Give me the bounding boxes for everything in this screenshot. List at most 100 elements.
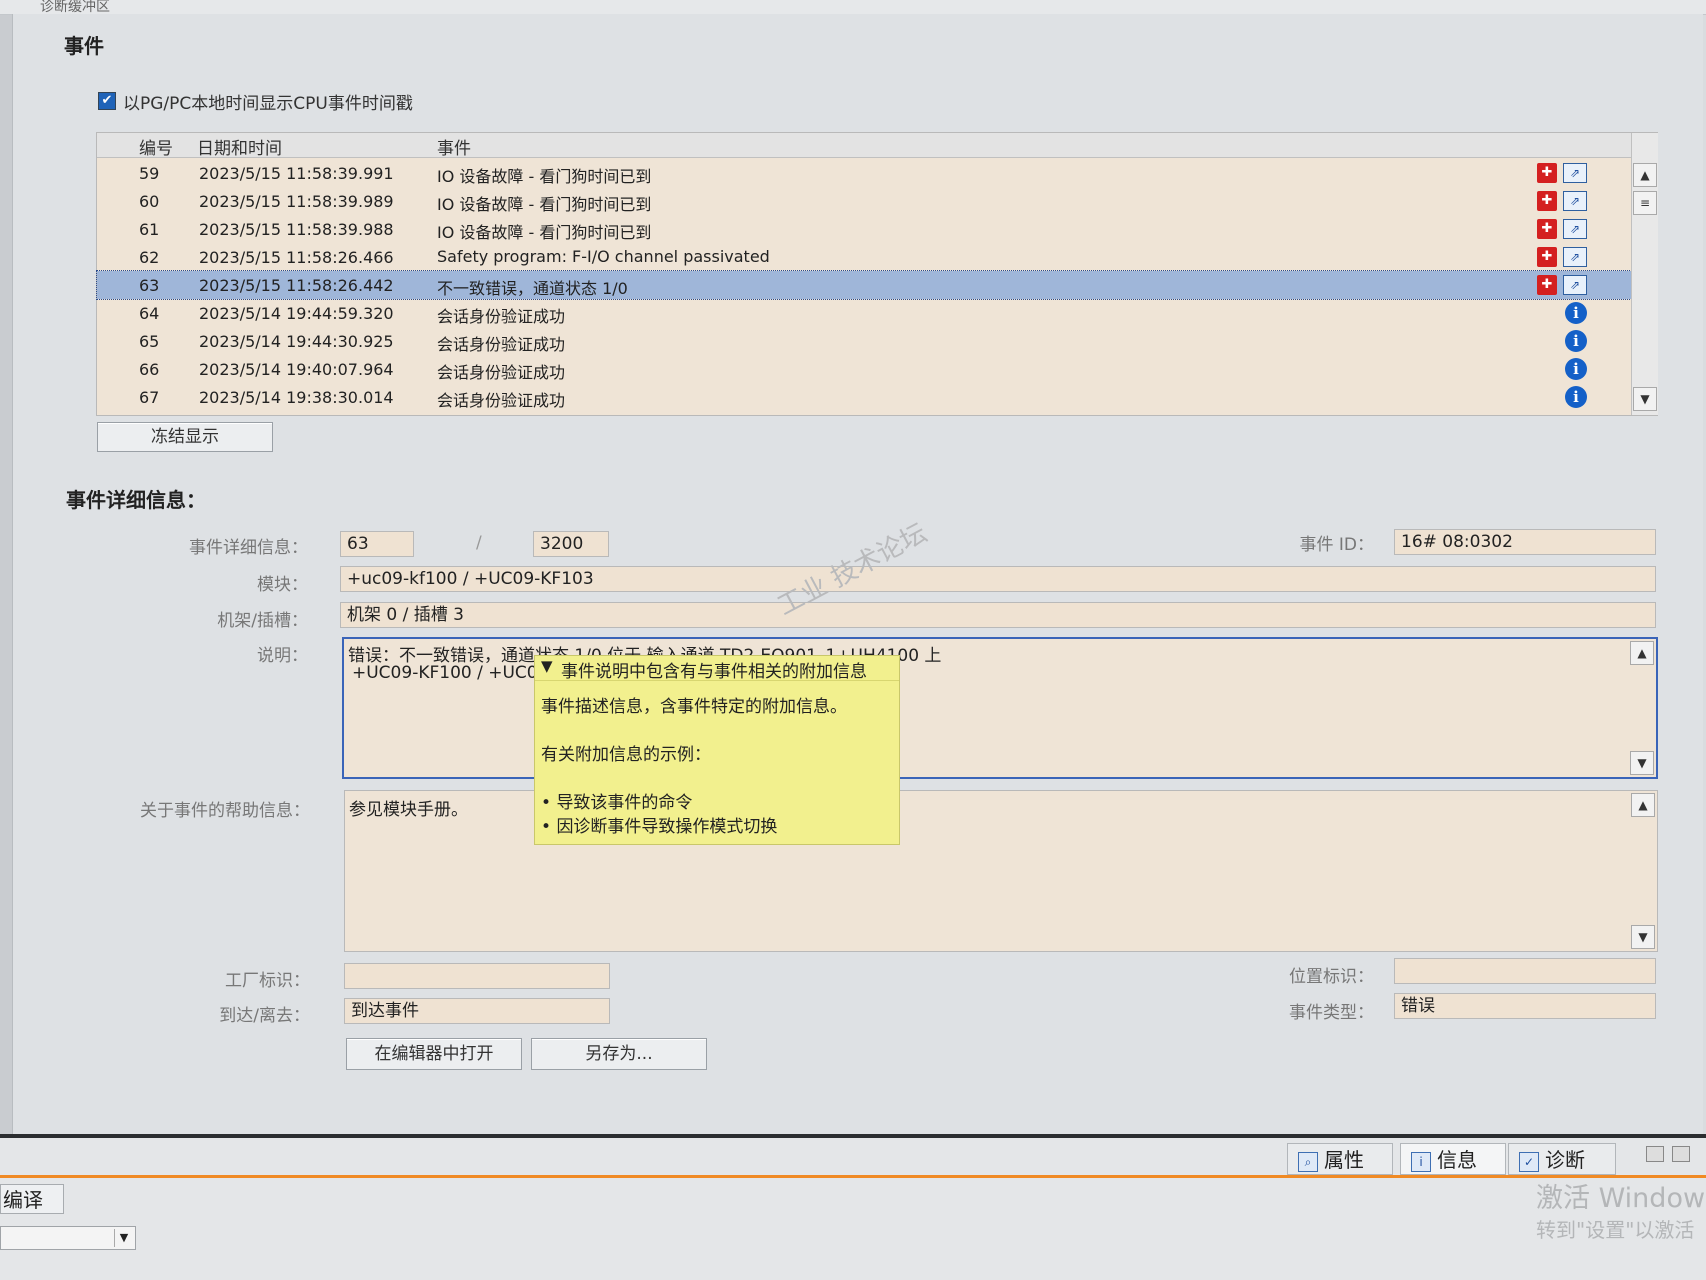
row-number: 64 [139,304,160,323]
column-header-datetime[interactable]: 日期和时间 [197,134,282,159]
tooltip-header[interactable]: ▼ 事件说明中包含有与事件相关的附加信息 [535,656,899,682]
column-header-event[interactable]: 事件 [437,134,471,159]
row-event: IO 设备故障 - 看门狗时间已到 [437,223,652,242]
tooltip-line-1: 事件描述信息，含事件特定的附加信息。 [541,697,847,717]
help-text: 参见模块手册。 [349,800,468,820]
tooltip-line-2: 有关附加信息的示例： [541,745,711,765]
table-row[interactable]: 63 2023/5/15 11:58:26.442 不一致错误，通道状态 1/0 ✚ ⇗ [96,270,1632,300]
help-scroll-down[interactable]: ▼ [1631,925,1655,949]
row-number: 67 [139,388,160,407]
location-id-field[interactable] [1394,958,1656,984]
document-arrow-icon[interactable]: ⇗ [1563,247,1587,267]
row-event: IO 设备故障 - 看门狗时间已到 [437,167,652,186]
tab-info-label: 信息 [1437,1148,1477,1172]
plant-id-label: 工厂标识： [225,971,310,991]
detail-separator: / [476,533,482,553]
scroll-down-button[interactable]: ▼ [1633,387,1657,411]
table-row[interactable]: 67 2023/5/14 19:38:30.014 会话身份验证成功 i [97,383,1631,411]
row-datetime: 2023/5/15 11:58:26.466 [199,248,394,267]
restore-window-icon[interactable] [1646,1146,1664,1162]
event-id-field[interactable]: 16# 08:0302 [1394,529,1656,555]
events-table: 编号 日期和时间 事件 59 2023/5/15 11:58:39.991 IO 设… [96,132,1658,416]
arrive-leave-field[interactable]: 到达事件 [344,998,610,1024]
rack-slot-label: 机架/插槽： [217,611,308,631]
tab-diagnostics-label: 诊断 [1545,1148,1585,1172]
tooltip-header-text: 事件说明中包含有与事件相关的附加信息 [561,662,867,682]
row-number: 59 [139,164,160,183]
open-in-editor-button[interactable]: 在编辑器中打开 [346,1038,522,1070]
document-arrow-icon[interactable]: ⇗ [1563,275,1587,295]
table-row[interactable]: 59 2023/5/15 11:58:39.991 IO 设备故障 - 看门狗时间已… [97,159,1631,187]
table-row[interactable]: 62 2023/5/15 11:58:26.466 Safety program: … [97,243,1631,271]
row-number: 61 [139,220,160,239]
rack-slot-field[interactable]: 机架 0 / 插槽 3 [340,602,1656,628]
table-row[interactable]: 60 2023/5/15 11:58:39.989 IO 设备故障 - 看门狗时间已… [97,187,1631,215]
info-icon: i [1565,358,1587,380]
save-as-button[interactable]: 另存为... [531,1038,707,1070]
row-event: 会话身份验证成功 [437,363,566,382]
table-row[interactable]: 66 2023/5/14 19:40:07.964 会话身份验证成功 i [97,355,1631,383]
tab-compile[interactable]: 编译 [0,1184,64,1214]
chevron-down-icon[interactable]: ▼ [114,1229,133,1247]
diagnostics-icon: ✓ [1519,1151,1539,1172]
event-details-title: 事件详细信息： [66,488,206,512]
local-time-checkbox[interactable]: ✔ [98,92,116,110]
freeze-display-button[interactable]: 冻结显示 [97,422,273,452]
info-tab-icon: i [1411,1151,1431,1172]
row-number: 62 [139,248,160,267]
tooltip: ▼ 事件说明中包含有与事件相关的附加信息 事件描述信息，含事件特定的附加信息。 … [534,655,900,845]
document-arrow-icon[interactable]: ⇗ [1563,163,1587,183]
row-datetime: 2023/5/15 11:58:26.442 [199,276,394,295]
info-icon: i [1565,302,1587,324]
row-datetime: 2023/5/15 11:58:39.989 [199,192,394,211]
windows-activation-subtitle: 转到"设置"以激活 [1536,1218,1695,1242]
event-id-label: 事件 ID： [1299,535,1374,555]
scroll-thumb[interactable]: ≡ [1633,191,1657,215]
row-datetime: 2023/5/14 19:40:07.964 [199,360,394,379]
row-datetime: 2023/5/15 11:58:39.991 [199,164,394,183]
help-label: 关于事件的帮助信息： [140,801,310,821]
row-datetime: 2023/5/14 19:44:59.320 [199,304,394,323]
local-time-checkbox-label: 以PG/PC本地时间显示CPU事件时间戳 [123,94,413,114]
collapse-triangle-icon[interactable]: ▼ [541,657,553,675]
description-line-2: +UC09-KF100 / +UC09- [352,663,555,683]
document-arrow-icon[interactable]: ⇗ [1563,191,1587,211]
row-event: Safety program: F-I/O channel passivated [437,247,770,266]
filter-dropdown[interactable]: ▼ [0,1226,136,1250]
row-event: 会话身份验证成功 [437,335,566,354]
table-row[interactable]: 65 2023/5/14 19:44:30.925 会话身份验证成功 i [97,327,1631,355]
maximize-window-icon[interactable] [1672,1146,1690,1162]
event-type-field[interactable]: 错误 [1394,993,1656,1019]
row-number: 60 [139,192,160,211]
left-edge [0,0,12,1140]
info-icon: i [1565,330,1587,352]
description-scroll-up[interactable]: ▲ [1630,641,1654,665]
tab-diagnostics[interactable]: ✓ 诊断 [1508,1143,1616,1175]
module-field[interactable]: +uc09-kf100 / +UC09-KF103 [340,566,1656,592]
scroll-up-button[interactable]: ▲ [1633,163,1657,187]
detail-label: 事件详细信息： [189,538,308,558]
module-label: 模块： [257,575,308,595]
table-row[interactable]: 61 2023/5/15 11:58:39.988 IO 设备故障 - 看门狗时间已… [97,215,1631,243]
document-arrow-icon[interactable]: ⇗ [1563,219,1587,239]
table-row[interactable]: 64 2023/5/14 19:44:59.320 会话身份验证成功 i [97,299,1631,327]
column-header-number[interactable]: 编号 [139,134,173,159]
detail-number-field[interactable]: 63 [340,531,414,557]
detail-code-field[interactable]: 3200 [533,531,609,557]
tab-info[interactable]: i 信息 [1400,1143,1506,1175]
wrench-error-icon: ✚ [1537,275,1557,295]
row-event: 不一致错误，通道状态 1/0 [437,279,628,298]
tab-properties[interactable]: ⌕ 属性 [1287,1143,1393,1175]
row-event: 会话身份验证成功 [437,307,566,326]
row-event: IO 设备故障 - 看门狗时间已到 [437,195,652,214]
events-table-scrollbar[interactable]: ▲ ≡ ▼ [1631,133,1658,415]
properties-icon: ⌕ [1298,1151,1318,1172]
description-scroll-down[interactable]: ▼ [1630,751,1654,775]
help-scroll-up[interactable]: ▲ [1631,793,1655,817]
wrench-error-icon: ✚ [1537,219,1557,239]
row-event: 会话身份验证成功 [437,391,566,410]
wrench-error-icon: ✚ [1537,247,1557,267]
tooltip-bullet-2: • 因诊断事件导致操作模式切换 [541,817,778,837]
plant-id-field[interactable] [344,963,610,989]
tooltip-bullet-1-text: 导致该事件的命令 [556,793,693,813]
